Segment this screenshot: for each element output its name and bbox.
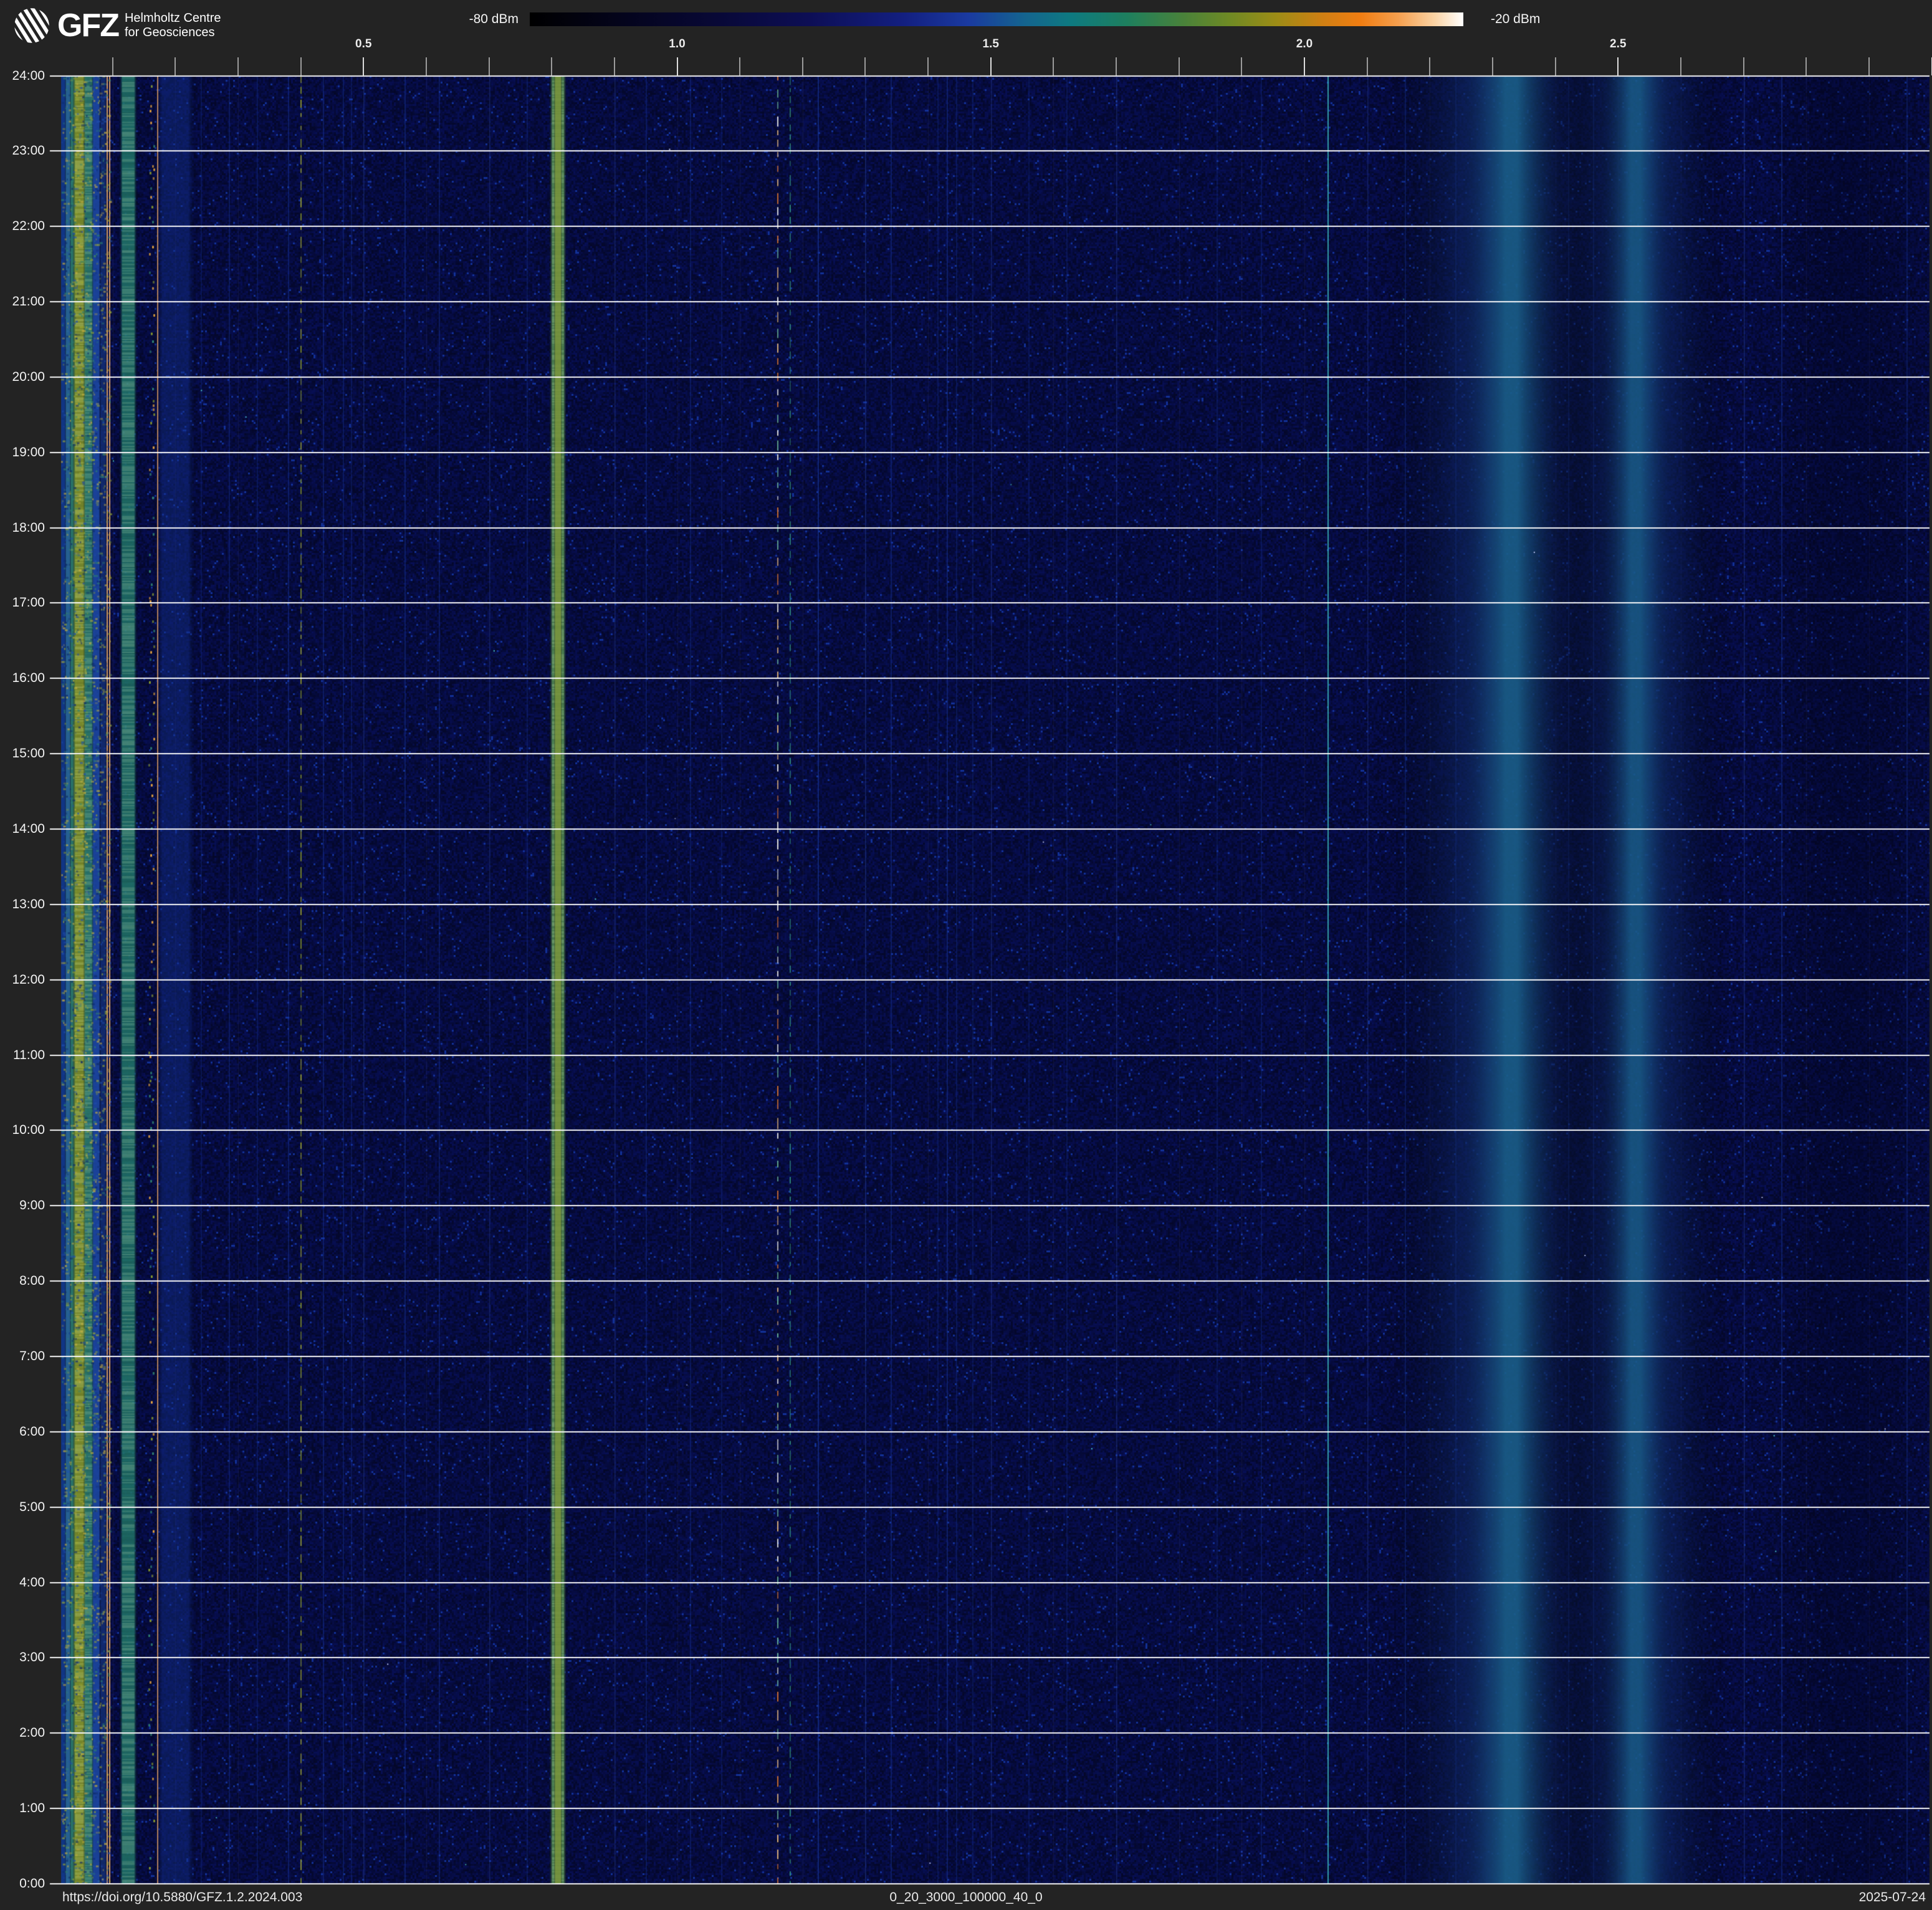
freq-tick-label: 2.0 (1296, 37, 1313, 51)
time-tick-label: 9:00 (1, 1199, 45, 1212)
freq-tick (864, 57, 866, 75)
freq-tick (1555, 57, 1556, 75)
colorbar-min-label: -80 dBm (469, 12, 519, 27)
spectrogram-page: GFZ Helmholtz Centre for Geosciences -80… (0, 0, 1932, 1910)
plot-date: 2025-07-24 (1859, 1890, 1926, 1905)
spectrogram-canvas (0, 0, 1932, 1910)
time-tick-label: 11:00 (1, 1049, 45, 1062)
freq-tick-label: 1.0 (669, 37, 685, 51)
freq-tick (1241, 57, 1242, 75)
org-subtitle: Helmholtz Centre for Geosciences (125, 11, 221, 40)
time-tick-label: 18:00 (1, 521, 45, 535)
freq-tick-label: 1.5 (983, 37, 999, 51)
time-tick-label: 4:00 (1, 1576, 45, 1590)
freq-tick (927, 57, 929, 75)
time-tick-label: 20:00 (1, 370, 45, 384)
time-tick-label: 15:00 (1, 747, 45, 761)
freq-tick (426, 57, 427, 75)
freq-tick (1743, 57, 1744, 75)
gfz-logo-icon (14, 7, 50, 44)
time-tick-label: 24:00 (1, 69, 45, 83)
freq-tick (1805, 57, 1807, 75)
freq-tick (1617, 57, 1619, 75)
freq-tick (677, 57, 678, 75)
freq-tick (1116, 57, 1117, 75)
time-tick-label: 1:00 (1, 1802, 45, 1815)
time-tick-label: 19:00 (1, 446, 45, 459)
dataset-id: 0_20_3000_100000_40_0 (0, 1890, 1932, 1905)
time-tick-label: 10:00 (1, 1123, 45, 1137)
freq-tick (990, 57, 992, 75)
colorbar-max-label: -20 dBm (1491, 12, 1540, 27)
freq-tick (1492, 57, 1493, 75)
freq-tick-label: 0.5 (355, 37, 371, 51)
freq-tick-label: 2.5 (1610, 37, 1626, 51)
time-tick-label: 22:00 (1, 219, 45, 233)
colorbar-gradient (530, 12, 1463, 26)
org-name: GFZ (57, 11, 118, 41)
freq-tick (237, 57, 239, 75)
time-tick-label: 5:00 (1, 1500, 45, 1514)
freq-tick (1367, 57, 1368, 75)
footer-bar: https://doi.org/10.5880/GFZ.1.2.2024.003… (0, 1886, 1932, 1910)
freq-tick (1304, 57, 1305, 75)
time-tick-label: 17:00 (1, 596, 45, 610)
freq-tick (739, 57, 740, 75)
time-tick-label: 3:00 (1, 1651, 45, 1664)
freq-tick (1868, 57, 1870, 75)
time-tick-label: 13:00 (1, 898, 45, 911)
time-tick-label: 21:00 (1, 295, 45, 309)
freq-tick (551, 57, 552, 75)
time-tick-label: 8:00 (1, 1274, 45, 1288)
time-tick-label: 16:00 (1, 671, 45, 685)
freq-tick (300, 57, 302, 75)
freq-tick (1680, 57, 1681, 75)
header-bar: GFZ Helmholtz Centre for Geosciences (14, 7, 221, 44)
time-tick-label: 14:00 (1, 822, 45, 836)
freq-tick (1053, 57, 1054, 75)
freq-tick (175, 57, 176, 75)
freq-tick (802, 57, 803, 75)
freq-tick (1429, 57, 1430, 75)
time-tick-label: 6:00 (1, 1425, 45, 1439)
freq-tick (1179, 57, 1180, 75)
freq-tick (614, 57, 615, 75)
freq-tick (112, 57, 113, 75)
time-tick-label: 23:00 (1, 144, 45, 158)
freq-tick (363, 57, 364, 75)
time-tick-label: 2:00 (1, 1726, 45, 1740)
time-tick-label: 7:00 (1, 1350, 45, 1363)
freq-tick (489, 57, 490, 75)
time-tick-label: 12:00 (1, 973, 45, 987)
